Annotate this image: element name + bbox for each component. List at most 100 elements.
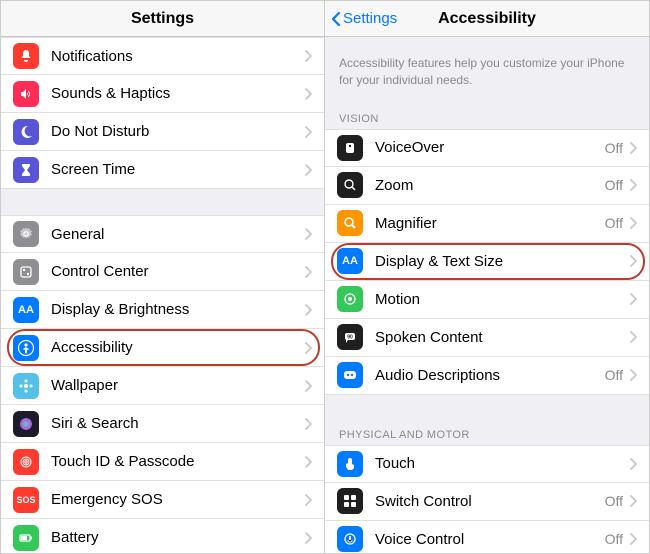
row-label: Audio Descriptions	[375, 367, 605, 384]
chevron-right-icon	[304, 456, 312, 468]
row-label: Wallpaper	[51, 377, 304, 394]
chevron-right-icon	[304, 50, 312, 62]
row-control-center[interactable]: Control Center	[1, 253, 324, 291]
chevron-right-icon	[304, 380, 312, 392]
row-switch-control[interactable]: Switch ControlOff	[325, 483, 649, 521]
moon-icon	[13, 119, 39, 145]
aa-icon: AA	[337, 248, 363, 274]
flower-icon	[13, 373, 39, 399]
row-label: Magnifier	[375, 215, 605, 232]
chevron-right-icon	[304, 342, 312, 354]
row-emergency-sos[interactable]: SOSEmergency SOS	[1, 481, 324, 519]
row-label: Spoken Content	[375, 329, 629, 346]
chevron-left-icon	[331, 11, 341, 27]
chevron-right-icon	[629, 217, 637, 229]
aa-icon: AA	[13, 297, 39, 323]
row-label: Zoom	[375, 177, 605, 194]
page-title: Settings	[1, 10, 324, 28]
chevron-right-icon	[304, 418, 312, 430]
chevron-right-icon	[629, 369, 637, 381]
sos-icon: SOS	[13, 487, 39, 513]
audio-desc-icon	[337, 362, 363, 388]
accessibility-pane: Settings Accessibility Accessibility fea…	[325, 0, 650, 554]
row-label: Battery	[51, 529, 304, 546]
voiceover-icon	[337, 135, 363, 161]
spoken-icon: 90	[337, 324, 363, 350]
chevron-right-icon	[304, 266, 312, 278]
row-label: Display & Brightness	[51, 301, 304, 318]
row-display-brightness[interactable]: AA Display & Brightness	[1, 291, 324, 329]
row-label: Touch ID & Passcode	[51, 453, 304, 470]
row-value: Off	[605, 215, 623, 231]
row-sounds-haptics[interactable]: Sounds & Haptics	[1, 75, 324, 113]
hourglass-icon	[13, 157, 39, 183]
row-voiceover[interactable]: VoiceOverOff	[325, 129, 649, 167]
row-label: General	[51, 226, 304, 243]
row-label: Voice Control	[375, 531, 605, 548]
row-label: Control Center	[51, 263, 304, 280]
siri-icon	[13, 411, 39, 437]
bell-icon	[13, 43, 39, 69]
row-value: Off	[605, 140, 623, 156]
gear-icon	[13, 221, 39, 247]
back-button[interactable]: Settings	[325, 10, 397, 27]
chevron-right-icon	[304, 532, 312, 544]
section-description: Accessibility features help you customiz…	[325, 37, 649, 105]
switch-icon	[337, 488, 363, 514]
chevron-right-icon	[304, 494, 312, 506]
row-label: Switch Control	[375, 493, 605, 510]
navbar: Settings Accessibility	[325, 1, 649, 37]
row-general[interactable]: General	[1, 215, 324, 253]
row-do-not-disturb[interactable]: Do Not Disturb	[1, 113, 324, 151]
row-label: Touch	[375, 455, 629, 472]
row-battery[interactable]: Battery	[1, 519, 324, 553]
chevron-right-icon	[304, 228, 312, 240]
chevron-right-icon	[304, 304, 312, 316]
svg-text:90: 90	[347, 335, 353, 341]
row-motion[interactable]: Motion	[325, 281, 649, 319]
row-zoom[interactable]: ZoomOff	[325, 167, 649, 205]
row-value: Off	[605, 367, 623, 383]
row-label: Sounds & Haptics	[51, 85, 304, 102]
accessibility-list: Accessibility features help you customiz…	[325, 37, 649, 553]
chevron-right-icon	[629, 293, 637, 305]
settings-pane: Settings Notifications Sounds & Haptics Do…	[0, 0, 325, 554]
touch-icon	[337, 451, 363, 477]
row-screen-time[interactable]: Screen Time	[1, 151, 324, 189]
chevron-right-icon	[629, 458, 637, 470]
speaker-icon	[13, 81, 39, 107]
row-accessibility[interactable]: Accessibility	[1, 329, 324, 367]
section-header: PHYSICAL AND MOTOR	[325, 421, 649, 445]
sliders-icon	[13, 259, 39, 285]
battery-icon	[13, 525, 39, 551]
magnifier-icon	[337, 210, 363, 236]
row-value: Off	[605, 531, 623, 547]
zoom-icon	[337, 172, 363, 198]
row-voice-control[interactable]: Voice ControlOff	[325, 521, 649, 553]
row-label: Do Not Disturb	[51, 123, 304, 140]
navbar: Settings	[1, 1, 324, 37]
row-touch-id-passcode[interactable]: Touch ID & Passcode	[1, 443, 324, 481]
row-label: Siri & Search	[51, 415, 304, 432]
row-audio-descriptions[interactable]: Audio DescriptionsOff	[325, 357, 649, 395]
row-notifications[interactable]: Notifications	[1, 37, 324, 75]
row-label: Accessibility	[51, 339, 304, 356]
row-touch[interactable]: Touch	[325, 445, 649, 483]
row-magnifier[interactable]: MagnifierOff	[325, 205, 649, 243]
chevron-right-icon	[304, 126, 312, 138]
chevron-right-icon	[629, 495, 637, 507]
chevron-right-icon	[629, 331, 637, 343]
person-icon	[13, 335, 39, 361]
row-label: Display & Text Size	[375, 253, 629, 270]
chevron-right-icon	[304, 88, 312, 100]
back-label: Settings	[343, 10, 397, 27]
fingerprint-icon	[13, 449, 39, 475]
row-spoken-content[interactable]: 90 Spoken Content	[325, 319, 649, 357]
chevron-right-icon	[629, 533, 637, 545]
row-display-text-size[interactable]: AA Display & Text Size	[325, 243, 649, 281]
row-label: Motion	[375, 291, 629, 308]
chevron-right-icon	[629, 255, 637, 267]
row-siri-search[interactable]: Siri & Search	[1, 405, 324, 443]
row-value: Off	[605, 177, 623, 193]
row-wallpaper[interactable]: Wallpaper	[1, 367, 324, 405]
